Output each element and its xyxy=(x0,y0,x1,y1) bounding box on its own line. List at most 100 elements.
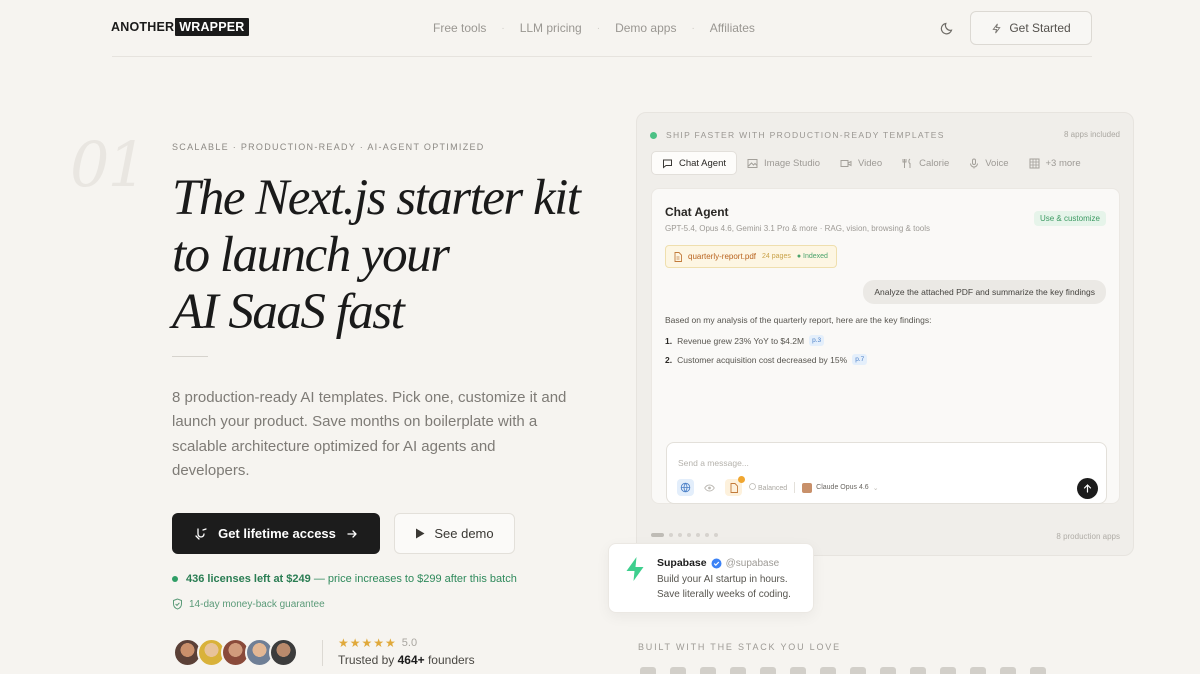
hero-divider xyxy=(172,356,208,357)
eye-icon[interactable] xyxy=(701,479,718,496)
model-selector[interactable]: Claude Opus 4.6 ⌄ xyxy=(802,482,879,493)
finding-item: 2. Customer acquisition cost decreased b… xyxy=(665,354,868,365)
finding-text: Revenue grew 23% YoY to $4.2M xyxy=(677,335,805,346)
globe-icon[interactable] xyxy=(677,479,694,496)
site-header: ANOTHER WRAPPER Free tools · LLM pricing… xyxy=(0,0,1200,58)
use-customize-badge[interactable]: Use & customize xyxy=(1033,211,1106,226)
stack-logo-icon xyxy=(970,667,986,674)
hero-title-line-1: The Next.js starter kit xyxy=(172,170,581,226)
tab-calorie[interactable]: Calorie xyxy=(892,151,959,175)
stack-logo-icon xyxy=(640,667,656,674)
hero-description: 8 production-ready AI templates. Pick on… xyxy=(172,389,567,480)
pager-dot[interactable] xyxy=(714,533,718,537)
video-icon xyxy=(840,159,852,167)
testimonial-line-1: Build your AI startup in hours. xyxy=(657,574,788,585)
nav-demo-apps[interactable]: Demo apps xyxy=(615,21,676,35)
file-pages: 24 pages xyxy=(762,253,791,260)
pager-dot-active[interactable] xyxy=(651,533,664,537)
tab-video[interactable]: Video xyxy=(830,151,892,175)
message-input-placeholder[interactable]: Send a message... xyxy=(678,458,749,468)
get-started-label: Get Started xyxy=(1009,21,1071,35)
chevron-down-icon: ⌄ xyxy=(872,484,879,492)
get-started-button[interactable]: Get Started xyxy=(970,11,1092,45)
tab-voice[interactable]: Voice xyxy=(959,151,1018,175)
licenses-notice: 436 licenses left at $249 — price increa… xyxy=(172,573,517,585)
tab-label: +3 more xyxy=(1045,157,1081,169)
trusted-by: Trusted by 464+ founders xyxy=(338,653,475,667)
arrow-right-icon xyxy=(347,529,357,538)
pager-dot[interactable] xyxy=(696,533,700,537)
stack-logo-icon xyxy=(910,667,926,674)
author-name: Supabase xyxy=(657,557,707,569)
testimonial-author: Supabase @supabase xyxy=(657,557,779,569)
template-tabs: Chat Agent Image Studio Video Calorie Vo… xyxy=(651,151,1091,175)
composer-tools: Balanced Claude Opus 4.6 ⌄ xyxy=(677,476,879,496)
pager-dot[interactable] xyxy=(669,533,673,537)
tab-label: Image Studio xyxy=(764,157,820,169)
carousel-pager xyxy=(651,533,718,537)
pager-dot[interactable] xyxy=(678,533,682,537)
author-handle: @supabase xyxy=(725,557,780,569)
file-icon xyxy=(674,251,682,262)
stack-logo-icon xyxy=(820,667,836,674)
reasoning-mode[interactable]: Balanced xyxy=(749,483,787,492)
logo[interactable]: ANOTHER WRAPPER xyxy=(111,18,249,36)
hero-title-line-3: AI SaaS fast xyxy=(172,284,405,340)
guarantee-note: 14-day money-back guarantee xyxy=(172,598,325,610)
tab-image-studio[interactable]: Image Studio xyxy=(737,151,830,175)
verified-icon xyxy=(711,558,722,568)
card-header-text: SHIP FASTER WITH PRODUCTION-READY TEMPLA… xyxy=(666,130,945,140)
logo-text-wrapper: WRAPPER xyxy=(175,18,249,36)
assistant-answer-intro: Based on my analysis of the quarterly re… xyxy=(665,315,932,325)
tab-chat-agent[interactable]: Chat Agent xyxy=(651,151,738,175)
microphone-icon xyxy=(970,158,979,168)
founder-avatars xyxy=(173,638,298,667)
sparkle-icon xyxy=(195,527,207,540)
pager-dot[interactable] xyxy=(705,533,709,537)
see-demo-button[interactable]: See demo xyxy=(394,513,515,554)
finding-number: 2. xyxy=(665,354,673,365)
apps-included-count: 8 apps included xyxy=(1063,130,1120,139)
nav-affiliates[interactable]: Affiliates xyxy=(710,21,755,35)
page-reference-badge[interactable]: p.3 xyxy=(809,335,825,346)
get-lifetime-access-button[interactable]: Get lifetime access xyxy=(172,513,380,554)
stack-logo-icon xyxy=(730,667,746,674)
document-icon[interactable] xyxy=(725,476,745,496)
chat-icon xyxy=(663,159,672,169)
attached-file-chip[interactable]: quarterly-report.pdf 24 pages ● Indexed xyxy=(665,245,837,268)
nav-llm-pricing[interactable]: LLM pricing xyxy=(520,21,582,35)
play-icon xyxy=(416,528,425,539)
tool-separator xyxy=(794,482,796,493)
grid-icon xyxy=(1029,158,1039,168)
nav-free-tools[interactable]: Free tools xyxy=(433,21,486,35)
avatar xyxy=(269,638,298,667)
testimonial-line-2: Save literally weeks of coding. xyxy=(657,589,791,600)
tab-more[interactable]: +3 more xyxy=(1019,151,1091,175)
reasoning-mode-label: Balanced xyxy=(757,485,788,492)
finding-item: 1. Revenue grew 23% YoY to $4.2M p.3 xyxy=(665,335,825,346)
model-icon xyxy=(802,482,813,493)
stack-logo-icon xyxy=(1030,667,1046,674)
pager-dot[interactable] xyxy=(687,533,691,537)
attachment-count-badge xyxy=(738,476,745,483)
balance-icon xyxy=(749,483,756,490)
bolt-icon xyxy=(992,23,1001,33)
utensils-icon xyxy=(902,158,911,168)
templates-demo-card: SHIP FASTER WITH PRODUCTION-READY TEMPLA… xyxy=(636,112,1134,556)
moon-icon[interactable] xyxy=(940,20,956,36)
tab-label: Chat Agent xyxy=(679,157,727,169)
send-button[interactable] xyxy=(1077,478,1098,499)
tab-label: Voice xyxy=(985,157,1009,169)
message-composer[interactable]: Send a message... Balanced Claude Opus 4… xyxy=(666,442,1107,504)
testimonial-card: Supabase @supabase Build your AI startup… xyxy=(608,543,814,613)
stack-logos xyxy=(640,667,1046,674)
nav-separator: · xyxy=(596,22,601,34)
stack-logo-icon xyxy=(1000,667,1016,674)
model-name: Claude Opus 4.6 xyxy=(816,484,869,491)
guarantee-text: 14-day money-back guarantee xyxy=(189,598,325,610)
logo-text-another: ANOTHER xyxy=(111,20,175,34)
file-name: quarterly-report.pdf xyxy=(688,252,757,261)
page-reference-badge[interactable]: p.7 xyxy=(852,354,868,365)
status-dot xyxy=(172,576,178,582)
card-header: SHIP FASTER WITH PRODUCTION-READY TEMPLA… xyxy=(650,130,945,140)
